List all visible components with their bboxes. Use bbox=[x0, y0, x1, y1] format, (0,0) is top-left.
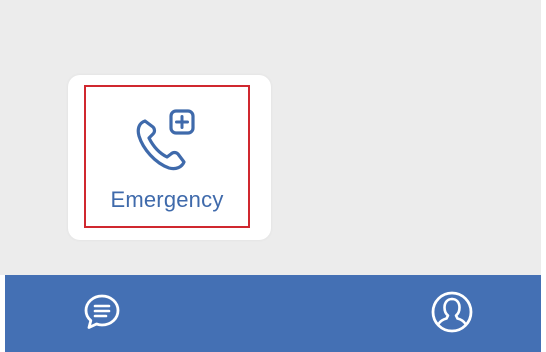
emergency-card-highlight: Emergency bbox=[84, 85, 250, 228]
bottom-navigation-bar bbox=[5, 275, 541, 352]
emergency-label: Emergency bbox=[110, 187, 224, 212]
profile-button[interactable] bbox=[425, 285, 479, 339]
app-screen: Emergency bbox=[0, 0, 546, 352]
emergency-card[interactable]: Emergency bbox=[68, 75, 271, 240]
chat-button[interactable] bbox=[75, 285, 129, 339]
main-content: Emergency bbox=[0, 0, 541, 275]
profile-avatar-icon bbox=[431, 291, 473, 333]
chat-bubble-icon bbox=[84, 294, 120, 329]
right-edge bbox=[541, 0, 546, 352]
phone-plus-icon bbox=[136, 109, 195, 171]
